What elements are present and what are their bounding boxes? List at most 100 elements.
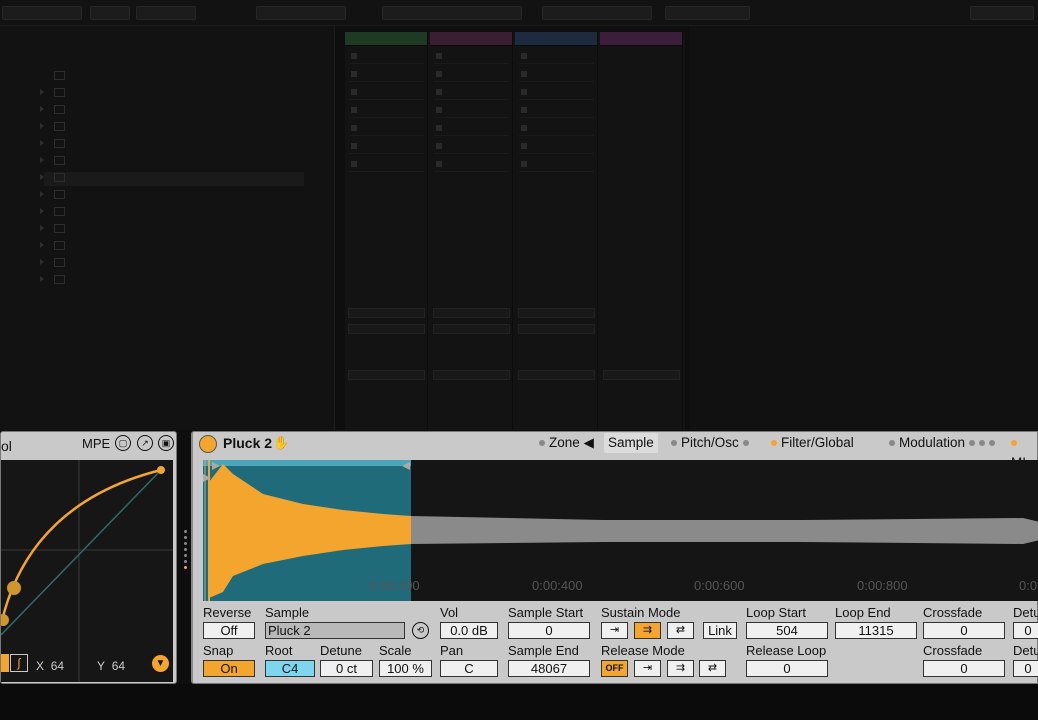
- snap-toggle[interactable]: On: [203, 660, 255, 677]
- device-name[interactable]: Pluck 2: [223, 435, 272, 451]
- status-bar: [0, 684, 1038, 720]
- detune-loop-label: Detu: [1013, 605, 1038, 620]
- toolbar-segment: [256, 6, 346, 20]
- release-loop-forward-icon[interactable]: ⇉: [667, 660, 694, 677]
- tab-zone[interactable]: Zone ◀: [535, 433, 598, 453]
- velocity-curve-display[interactable]: [0, 460, 173, 682]
- clip-slot: [519, 68, 594, 82]
- tab-midi[interactable]: MI: [1007, 433, 1037, 470]
- sustain-loop-forward-icon[interactable]: ⇉: [634, 622, 661, 639]
- clip-slot: [519, 158, 594, 172]
- pan-field[interactable]: C: [440, 660, 498, 677]
- track-column: [345, 32, 428, 430]
- link-button[interactable]: Link: [703, 622, 737, 639]
- save-icon[interactable]: ▣: [158, 435, 174, 451]
- clip-slot: [349, 104, 424, 118]
- clip-slot: [519, 122, 594, 136]
- clip-slot: [349, 50, 424, 64]
- x-value: 64: [50, 659, 65, 673]
- toolbar-segment: [542, 6, 652, 20]
- clip-slot: [434, 104, 509, 118]
- tab-label: Zone ◀: [549, 435, 594, 450]
- clip-slot: [349, 140, 424, 154]
- clip-slot: [349, 68, 424, 82]
- sustain-mode-label: Sustain Mode: [601, 605, 681, 620]
- panel-resize-grip[interactable]: [181, 530, 189, 582]
- scale-label: Scale: [379, 643, 412, 658]
- io-chooser: [348, 308, 425, 318]
- tab-label: Pitch/Osc: [681, 435, 739, 450]
- root-key-field[interactable]: C4: [265, 660, 315, 677]
- release-off-button[interactable]: OFF: [601, 660, 628, 677]
- crossfade-field[interactable]: 0: [923, 622, 1005, 639]
- io-chooser: [433, 308, 510, 318]
- release-loop-backforth-icon[interactable]: ⇄: [699, 660, 726, 677]
- timeline-label: 0:00:400: [532, 578, 583, 593]
- scale-field[interactable]: 100 %: [379, 660, 432, 677]
- x-readout: X 64: [36, 659, 64, 673]
- tab-label: Sample: [608, 435, 654, 450]
- detune-release-field[interactable]: 0: [1013, 660, 1038, 677]
- loop-end-field[interactable]: 11315: [835, 622, 917, 639]
- release-mode-label: Release Mode: [601, 643, 685, 658]
- mpe-device-title: ol: [1, 438, 12, 454]
- crossfade-release-field[interactable]: 0: [923, 660, 1005, 677]
- browser-row: [40, 189, 304, 203]
- detune-loop-field[interactable]: 0: [1013, 622, 1038, 639]
- mpe-edit-icon[interactable]: ↗: [137, 435, 153, 451]
- snap-label: Snap: [203, 643, 234, 658]
- device-power-icon[interactable]: [199, 435, 217, 453]
- mpe-box-icon[interactable]: ▢: [115, 435, 131, 451]
- tab-modulation[interactable]: Modulation: [885, 433, 1003, 453]
- session-view: [345, 32, 685, 430]
- tab-label: Modulation: [899, 435, 966, 450]
- timeline-label: 0:0: [1019, 578, 1038, 593]
- toolbar-segment: [665, 6, 750, 20]
- clip-slot: [519, 140, 594, 154]
- toolbar-segment: [382, 6, 522, 20]
- reverse-label: Reverse: [203, 605, 252, 620]
- curve-graph: [0, 460, 173, 682]
- detune-field[interactable]: 0 ct: [320, 660, 373, 677]
- browser-panel: [0, 26, 335, 430]
- tab-pitch-osc[interactable]: Pitch/Osc: [667, 433, 757, 453]
- waveform: [203, 460, 1038, 601]
- release-loop-label: Release Loop: [746, 643, 827, 658]
- sample-start-label: Sample Start: [508, 605, 584, 620]
- browser-row: [44, 70, 304, 84]
- pan-label: Pan: [440, 643, 464, 658]
- y-readout: Y 64: [97, 659, 125, 673]
- curve-shape-icon[interactable]: ∫: [10, 654, 28, 672]
- clip-slot: [434, 68, 509, 82]
- loop-start-field[interactable]: 504: [746, 622, 828, 639]
- sample-waveform-display[interactable]: 0:00:200 0:00:400 0:00:600 0:00:800 0:0: [203, 460, 1038, 601]
- dropdown-arrow-icon[interactable]: ▼: [152, 655, 169, 672]
- mpe-toggle-button[interactable]: [1, 654, 9, 672]
- mpe-label: MPE: [82, 436, 111, 451]
- sample-end-field[interactable]: 48067: [508, 660, 590, 677]
- track-column: [515, 32, 598, 430]
- root-label: Root: [265, 643, 293, 658]
- track-header: [600, 32, 682, 46]
- sample-name-field[interactable]: Pluck 2: [265, 622, 405, 639]
- reverse-toggle[interactable]: Off: [203, 622, 255, 639]
- tab-sample[interactable]: Sample: [604, 433, 658, 453]
- clip-slot: [434, 50, 509, 64]
- browser-row: [40, 206, 304, 220]
- release-loop-field[interactable]: 0: [746, 660, 828, 677]
- clip-slot: [349, 158, 424, 172]
- io-chooser: [348, 370, 425, 380]
- crossfade-label: Crossfade: [923, 605, 983, 620]
- tab-filter-global[interactable]: Filter/Global: [767, 433, 858, 453]
- sustain-no-loop-icon[interactable]: ⇥: [601, 622, 628, 639]
- sustain-loop-backforth-icon[interactable]: ⇄: [667, 622, 694, 639]
- io-chooser: [518, 370, 595, 380]
- release-no-loop-icon[interactable]: ⇥: [634, 660, 661, 677]
- sample-start-field[interactable]: 0: [508, 622, 590, 639]
- sample-label: Sample: [265, 605, 310, 620]
- vol-field[interactable]: 0.0 dB: [440, 622, 498, 639]
- hand-icon: ✋: [273, 435, 290, 450]
- y-label: Y: [97, 659, 106, 673]
- hot-swap-icon[interactable]: ⟲: [412, 622, 429, 639]
- detail-empty-area: [690, 26, 1038, 430]
